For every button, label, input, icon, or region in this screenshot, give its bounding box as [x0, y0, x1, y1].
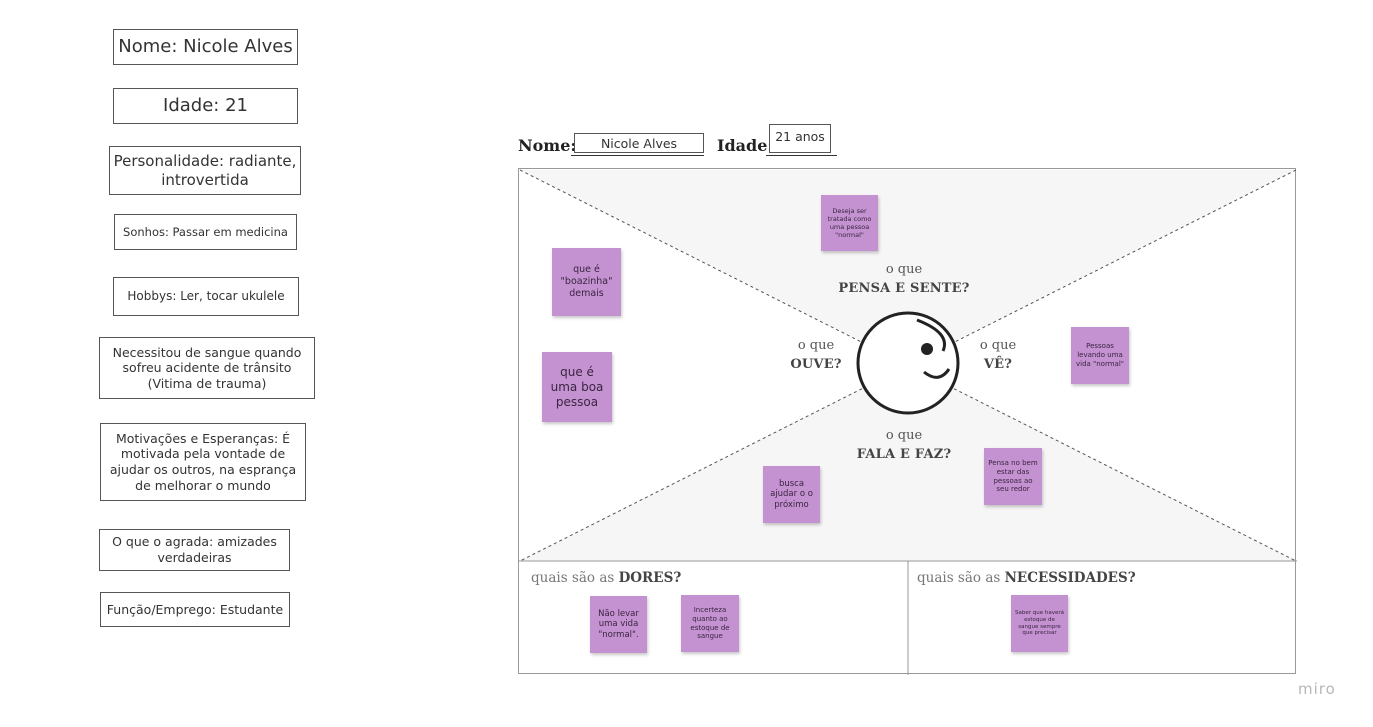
sticky-note-ouve-2[interactable]: que é uma boa pessoa	[542, 352, 612, 422]
idade-field[interactable]: 21 anos	[769, 124, 831, 153]
persona-idade-text: Idade: 21	[163, 94, 248, 116]
quadrant-ve-title: VÊ?	[983, 356, 1013, 372]
persona-motivacoes-text: Motivações e Esperanças: É motivada pela…	[109, 430, 297, 493]
quadrant-pensa-title: PENSA E SENTE?	[838, 280, 970, 296]
sticky-note-dores-1[interactable]: Não levar uma vida "normal".	[590, 596, 647, 653]
quadrant-ve-prefix: o que	[979, 338, 1017, 353]
sticky-note-necessidades-1[interactable]: Saber que haverá estoque de sangue sempr…	[1011, 595, 1068, 652]
persona-sonhos-card[interactable]: Sonhos: Passar em medicina	[114, 214, 297, 250]
idade-label: Idade:	[717, 136, 774, 155]
section-dores-title: DORES?	[618, 570, 682, 586]
nome-field[interactable]: Nicole Alves	[574, 133, 704, 153]
quadrant-ouve-prefix: o que	[797, 338, 835, 353]
quadrant-pensa-prefix: o que	[885, 262, 923, 277]
nome-underline	[571, 155, 704, 156]
persona-hobbys-card[interactable]: Hobbys: Ler, tocar ukulele	[113, 277, 299, 316]
quadrant-pensa-label: o que PENSA E SENTE?	[819, 261, 989, 299]
sticky-note-ve-1[interactable]: Pessoas levando uma vida "normal"	[1071, 327, 1129, 384]
nome-label: Nome:	[518, 136, 577, 155]
quadrant-fala-label: o que FALA E FAZ?	[839, 427, 969, 465]
persona-personalidade-card[interactable]: Personalidade: radiante, introvertida	[109, 146, 301, 195]
sticky-note-fala-2[interactable]: Pensa no bem estar das pessoas ao seu re…	[984, 448, 1042, 505]
quadrant-ouve-title: OUVE?	[790, 356, 842, 372]
persona-agrada-card[interactable]: O que o agrada: amizades verdadeiras	[99, 529, 290, 571]
persona-idade-card[interactable]: Idade: 21	[113, 88, 298, 124]
section-dores-prefix: quais são as	[531, 570, 615, 586]
persona-sangue-card[interactable]: Necessitou de sangue quando sofreu acide…	[99, 337, 315, 399]
persona-sangue-text: Necessitou de sangue quando sofreu acide…	[112, 344, 302, 391]
persona-nome-card[interactable]: Nome: Nicole Alves	[113, 29, 298, 65]
quadrant-fala-prefix: o que	[885, 428, 923, 443]
miro-logo: miro	[1298, 680, 1336, 698]
section-dores-label: quais são as DORES?	[531, 570, 681, 586]
sticky-note-pensa-1[interactable]: Deseja ser tratada como uma pessoa "norm…	[821, 195, 878, 251]
sticky-note-dores-2[interactable]: Incerteza quanto ao estoque de sangue	[681, 595, 739, 652]
persona-agrada-text: O que o agrada: amizades verdadeiras	[112, 534, 277, 565]
section-necessidades-label: quais são as NECESSIDADES?	[917, 570, 1136, 586]
quadrant-fala-title: FALA E FAZ?	[856, 446, 952, 462]
sticky-note-ouve-1[interactable]: que é "boazinha" demais	[552, 248, 621, 316]
section-necessidades-prefix: quais são as	[917, 570, 1001, 586]
quadrant-ouve-label: o que OUVE?	[781, 337, 851, 375]
persona-funcao-text: Função/Emprego: Estudante	[106, 601, 284, 617]
persona-sonhos-text: Sonhos: Passar em medicina	[123, 224, 288, 239]
persona-personalidade-text: Personalidade: radiante, introvertida	[113, 151, 297, 189]
persona-funcao-card[interactable]: Função/Emprego: Estudante	[100, 592, 290, 627]
face-circle	[856, 311, 960, 415]
sticky-note-fala-1[interactable]: busca ajudar o o próximo	[763, 466, 820, 523]
persona-nome-text: Nome: Nicole Alves	[118, 35, 293, 57]
section-necessidades-title: NECESSIDADES?	[1004, 570, 1136, 586]
persona-motivacoes-card[interactable]: Motivações e Esperanças: É motivada pela…	[100, 423, 306, 501]
idade-underline	[766, 155, 837, 156]
persona-hobbys-text: Hobbys: Ler, tocar ukulele	[127, 289, 285, 303]
face-eye	[921, 343, 933, 355]
quadrant-ve-label: o que VÊ?	[968, 337, 1028, 375]
